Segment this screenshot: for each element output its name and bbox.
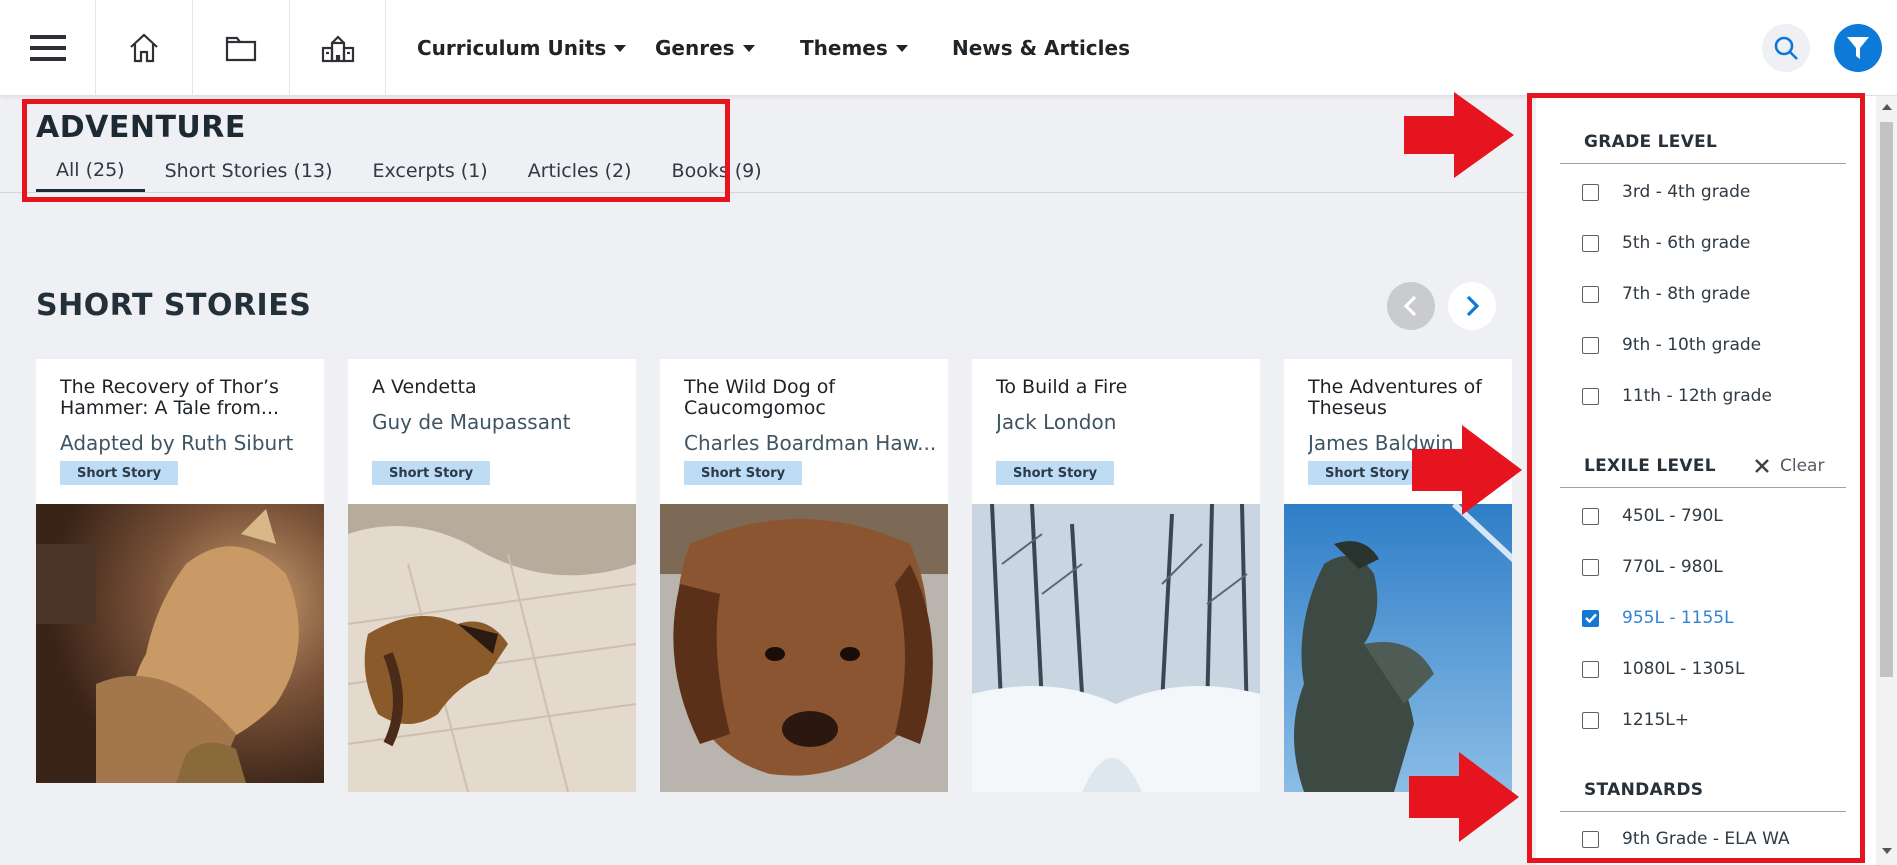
carousel-prev-button[interactable] (1387, 282, 1435, 330)
annotation-arrow-icon (1404, 92, 1514, 178)
card-title[interactable]: A Vendetta (372, 377, 622, 398)
top-navigation-bar: Curriculum Units Genres Themes News & Ar… (0, 0, 1897, 96)
card-badge: Short Story (684, 461, 803, 485)
bloodhound-image[interactable] (660, 504, 948, 792)
nav-genres[interactable]: Genres (655, 0, 755, 96)
scrollbar-thumb[interactable] (1880, 122, 1893, 677)
folder-icon (225, 36, 257, 62)
nav-curriculum-units[interactable]: Curriculum Units (417, 0, 627, 96)
story-card[interactable]: To Build a Fire Jack London Short Story (972, 359, 1260, 792)
card-title[interactable]: The Adventures of Theseus (1308, 377, 1512, 419)
home-icon (130, 33, 158, 63)
filter-icon (1847, 37, 1869, 59)
chevron-left-icon (1403, 295, 1417, 317)
card-title[interactable]: To Build a Fire (996, 377, 1246, 398)
section-title: SHORT STORIES (36, 288, 312, 323)
card-author: Guy de Maupassant (372, 410, 571, 434)
card-title[interactable]: The Recovery of Thor’s Hammer: A Tale fr… (60, 377, 310, 419)
story-card[interactable]: A Vendetta Guy de Maupassant Short Story (348, 359, 636, 792)
school-icon (321, 35, 354, 63)
card-badge: Short Story (60, 461, 179, 485)
library-button[interactable] (193, 0, 290, 96)
barking-dog-image[interactable] (348, 504, 636, 792)
story-card[interactable]: The Recovery of Thor’s Hammer: A Tale fr… (36, 359, 324, 783)
thor-statue-image[interactable] (36, 504, 324, 783)
annotation-highlight-box (22, 99, 730, 202)
caret-down-icon (614, 44, 627, 52)
story-card[interactable]: The Wild Dog of Caucomgomoc Charles Boar… (660, 359, 948, 792)
card-author: Charles Boardman Haw... (684, 431, 937, 455)
school-button[interactable] (290, 0, 386, 96)
search-button[interactable] (1762, 24, 1810, 72)
caret-down-icon (742, 44, 755, 52)
chevron-right-icon (1466, 295, 1480, 317)
menu-button[interactable] (0, 0, 96, 96)
snowy-forest-image[interactable] (972, 504, 1260, 792)
home-button[interactable] (96, 0, 193, 96)
page-scrollbar[interactable] (1876, 96, 1897, 865)
hamburger-menu-icon (29, 35, 66, 61)
scroll-up-arrow-icon[interactable] (1882, 104, 1892, 110)
annotation-arrow-icon (1409, 752, 1519, 842)
caret-down-icon (895, 44, 908, 52)
card-author: Adapted by Ruth Siburt (60, 431, 294, 455)
card-badge: Short Story (996, 461, 1115, 485)
nav-themes[interactable]: Themes (800, 0, 908, 96)
card-badge: Short Story (372, 461, 491, 485)
annotation-arrow-icon (1412, 425, 1522, 515)
nav-news-articles[interactable]: News & Articles (952, 0, 1130, 96)
card-author: Jack London (996, 410, 1117, 434)
nav-link-label: News & Articles (952, 36, 1130, 60)
card-carousel: The Recovery of Thor’s Hammer: A Tale fr… (36, 359, 1512, 799)
filter-button[interactable] (1834, 24, 1882, 72)
carousel-next-button[interactable] (1448, 282, 1496, 330)
annotation-highlight-box (1527, 93, 1865, 863)
nav-link-label: Genres (655, 36, 735, 60)
story-card[interactable]: The Adventures of Theseus James Baldwin … (1284, 359, 1512, 792)
card-badge: Short Story (1308, 461, 1427, 485)
card-title[interactable]: The Wild Dog of Caucomgomoc (684, 377, 934, 419)
nav-link-label: Curriculum Units (417, 36, 607, 60)
scroll-down-arrow-icon[interactable] (1882, 848, 1892, 854)
search-icon (1774, 36, 1798, 60)
theseus-statue-image[interactable] (1284, 504, 1512, 792)
nav-link-label: Themes (800, 36, 888, 60)
